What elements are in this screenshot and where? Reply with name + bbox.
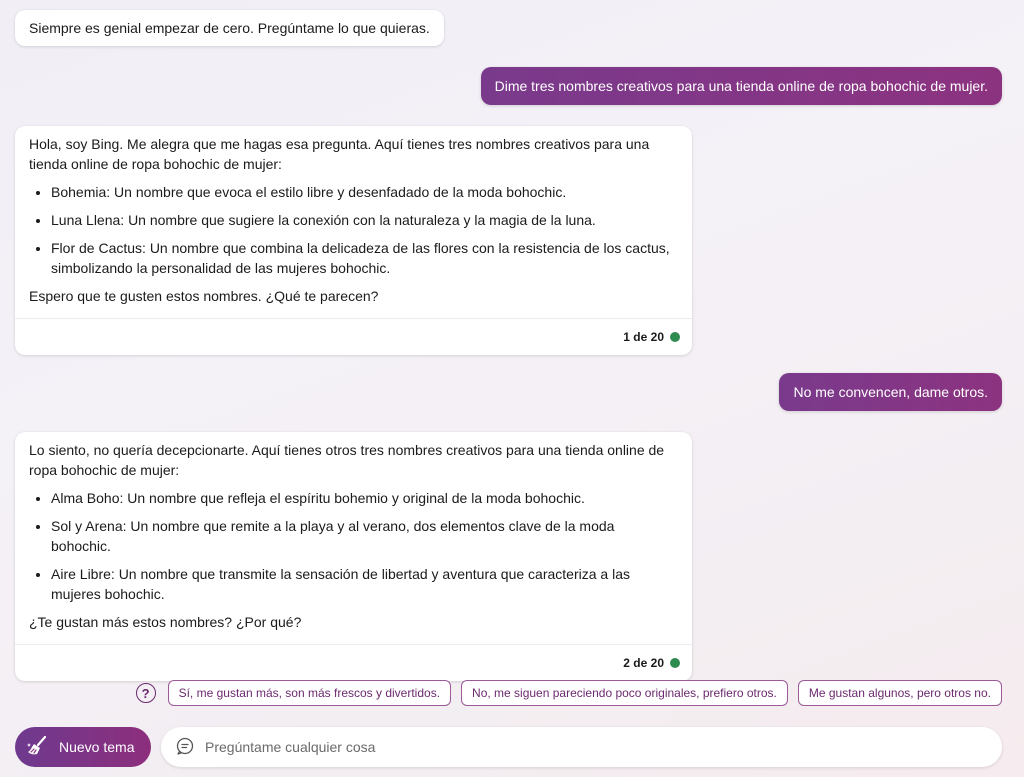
status-dot-icon xyxy=(670,332,680,342)
bot-message-1: Hola, soy Bing. Me alegra que me hagas e… xyxy=(15,126,692,355)
turn-counter: 1 de 20 xyxy=(623,330,664,344)
bot-message-list: Alma Boho: Un nombre que refleja el espí… xyxy=(29,488,678,604)
list-item: Alma Boho: Un nombre que refleja el espí… xyxy=(51,488,678,508)
list-item: Bohemia: Un nombre que evoca el estilo l… xyxy=(51,182,678,202)
broom-icon xyxy=(25,734,49,761)
suggestion-button-1[interactable]: Sí, me gustan más, son más frescos y div… xyxy=(167,680,452,706)
new-topic-button[interactable]: Nuevo tema xyxy=(15,727,151,767)
bot-message-intro: Lo siento, no quería decepcionarte. Aquí… xyxy=(29,442,665,478)
list-item: Luna Llena: Un nombre que sugiere la con… xyxy=(51,210,678,230)
suggestion-button-3[interactable]: Me gustan algunos, pero otros no. xyxy=(797,680,1002,706)
bot-message-list: Bohemia: Un nombre que evoca el estilo l… xyxy=(29,182,678,278)
chat-input[interactable] xyxy=(205,739,985,755)
question-circle-icon[interactable]: ? xyxy=(135,683,156,703)
status-dot-icon xyxy=(670,658,680,668)
user-message-text: Dime tres nombres creativos para una tie… xyxy=(494,78,988,94)
message-footer: 1 de 20 xyxy=(15,318,692,355)
bot-message-intro: Hola, soy Bing. Me alegra que me hagas e… xyxy=(29,136,650,172)
list-item: Sol y Arena: Un nombre que remite a la p… xyxy=(51,516,678,556)
bot-message-outro: Espero que te gusten estos nombres. ¿Qué… xyxy=(29,288,379,304)
chat-input-bar[interactable] xyxy=(161,727,1002,767)
greeting-message: Siempre es genial empezar de cero. Pregú… xyxy=(15,10,444,46)
chat-bubble-icon xyxy=(175,736,195,759)
bot-message-outro: ¿Te gustan más estos nombres? ¿Por qué? xyxy=(29,614,302,630)
turn-counter: 2 de 20 xyxy=(623,656,664,670)
user-message-text: No me convencen, dame otros. xyxy=(793,384,988,400)
message-footer: 2 de 20 xyxy=(15,644,692,681)
user-message-1: Dime tres nombres creativos para una tie… xyxy=(480,67,1002,105)
greeting-text: Siempre es genial empezar de cero. Pregú… xyxy=(29,20,430,36)
list-item: Aire Libre: Un nombre que transmite la s… xyxy=(51,564,678,604)
new-topic-label: Nuevo tema xyxy=(59,739,135,755)
suggestion-button-2[interactable]: No, me siguen pareciendo poco originales… xyxy=(461,680,788,706)
suggestion-bar: ? Sí, me gustan más, son más frescos y d… xyxy=(135,680,1002,706)
bot-message-2: Lo siento, no quería decepcionarte. Aquí… xyxy=(15,432,692,681)
list-item: Flor de Cactus: Un nombre que combina la… xyxy=(51,238,678,278)
user-message-2: No me convencen, dame otros. xyxy=(779,373,1002,411)
